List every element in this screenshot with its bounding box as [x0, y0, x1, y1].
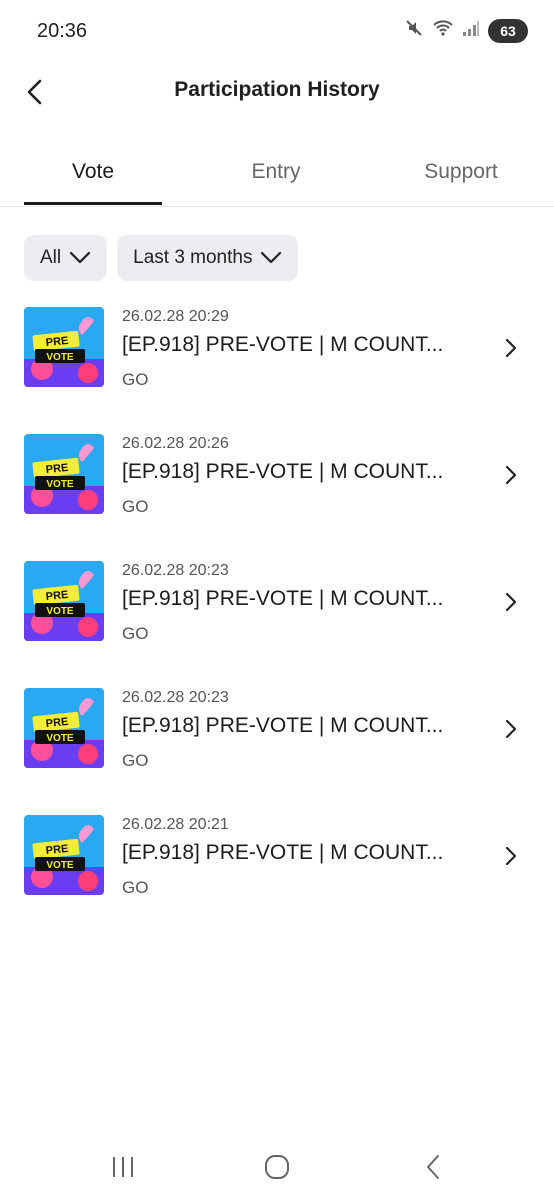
- chevron-right-icon: [505, 592, 517, 612]
- filter-bar: All Last 3 months: [24, 235, 299, 281]
- item-title: [EP.918] PRE-VOTE | M COUNT...: [122, 841, 444, 864]
- thumb-text-top: PRE: [45, 843, 69, 857]
- chevron-down-icon: [70, 251, 91, 264]
- history-item[interactable]: PRE VOTE 26.02.28 20:23 [EP.918] PRE-VOT…: [0, 681, 554, 808]
- tab-vote[interactable]: Vote: [24, 140, 162, 204]
- item-status: GO: [122, 878, 149, 897]
- item-date: 26.02.28 20:26: [122, 435, 229, 452]
- item-title: [EP.918] PRE-VOTE | M COUNT...: [122, 460, 444, 483]
- thumb-text-bottom: VOTE: [46, 352, 74, 363]
- status-bar: 20:36 63: [0, 0, 554, 64]
- item-status: GO: [122, 624, 149, 643]
- thumb-text-bottom: VOTE: [46, 606, 74, 617]
- history-item[interactable]: PRE VOTE 26.02.28 20:26 [EP.918] PRE-VOT…: [0, 427, 554, 554]
- system-back-button[interactable]: [413, 1152, 453, 1182]
- pre-vote-thumbnail: PRE VOTE: [24, 307, 104, 387]
- tab-entry[interactable]: Entry: [206, 140, 346, 204]
- battery-icon: 63: [488, 18, 528, 43]
- pre-vote-thumbnail: PRE VOTE: [24, 434, 104, 514]
- item-status: GO: [122, 751, 149, 770]
- thumb-text-top: PRE: [45, 716, 69, 730]
- history-item[interactable]: PRE VOTE 26.02.28 20:21 [EP.918] PRE-VOT…: [0, 808, 554, 935]
- chevron-right-icon: [505, 846, 517, 866]
- item-date: 26.02.28 20:21: [122, 816, 229, 833]
- item-title: [EP.918] PRE-VOTE | M COUNT...: [122, 587, 444, 610]
- chevron-right-icon: [505, 465, 517, 485]
- item-date: 26.02.28 20:29: [122, 308, 229, 325]
- pre-vote-thumbnail: PRE VOTE: [24, 815, 104, 895]
- history-item[interactable]: PRE VOTE 26.02.28 20:29 [EP.918] PRE-VOT…: [0, 300, 554, 427]
- back-icon: [427, 1155, 439, 1179]
- period-filter-dropdown[interactable]: Last 3 months: [117, 235, 299, 281]
- item-status: GO: [122, 497, 149, 516]
- thumb-text-bottom: VOTE: [46, 733, 74, 744]
- app-header: Participation History: [0, 64, 554, 120]
- status-icons: 63: [404, 18, 528, 43]
- system-nav-bar: [0, 1140, 554, 1200]
- chevron-down-icon: [261, 251, 282, 264]
- page-title: Participation History: [174, 78, 380, 101]
- thumb-text-top: PRE: [45, 335, 69, 349]
- status-time: 20:36: [37, 20, 88, 42]
- item-status: GO: [122, 370, 149, 389]
- active-tab-indicator: [24, 202, 162, 205]
- signal-icon: [462, 19, 480, 42]
- history-list: PRE VOTE 26.02.28 20:29 [EP.918] PRE-VOT…: [0, 300, 554, 935]
- item-title: [EP.918] PRE-VOTE | M COUNT...: [122, 714, 444, 737]
- mute-icon: [404, 18, 424, 43]
- pre-vote-thumbnail: PRE VOTE: [24, 561, 104, 641]
- item-date: 26.02.28 20:23: [122, 562, 229, 579]
- category-filter-label: All: [40, 247, 62, 268]
- thumb-text-bottom: VOTE: [46, 860, 74, 871]
- period-filter-label: Last 3 months: [133, 247, 253, 268]
- pre-vote-thumbnail: PRE VOTE: [24, 688, 104, 768]
- item-title: [EP.918] PRE-VOTE | M COUNT...: [122, 333, 444, 356]
- chevron-right-icon: [505, 719, 517, 739]
- wifi-icon: [432, 18, 454, 43]
- home-icon: [265, 1155, 289, 1179]
- recent-apps-button[interactable]: [103, 1152, 143, 1182]
- tab-support[interactable]: Support: [390, 140, 532, 204]
- chevron-right-icon: [505, 338, 517, 358]
- history-item[interactable]: PRE VOTE 26.02.28 20:23 [EP.918] PRE-VOT…: [0, 554, 554, 681]
- tab-bar: Vote Entry Support: [0, 140, 554, 207]
- thumb-text-top: PRE: [45, 589, 69, 603]
- thumb-text-bottom: VOTE: [46, 479, 74, 490]
- thumb-text-top: PRE: [45, 462, 69, 476]
- recent-apps-icon: [113, 1157, 133, 1177]
- home-button[interactable]: [257, 1152, 297, 1182]
- category-filter-dropdown[interactable]: All: [24, 235, 108, 281]
- item-date: 26.02.28 20:23: [122, 689, 229, 706]
